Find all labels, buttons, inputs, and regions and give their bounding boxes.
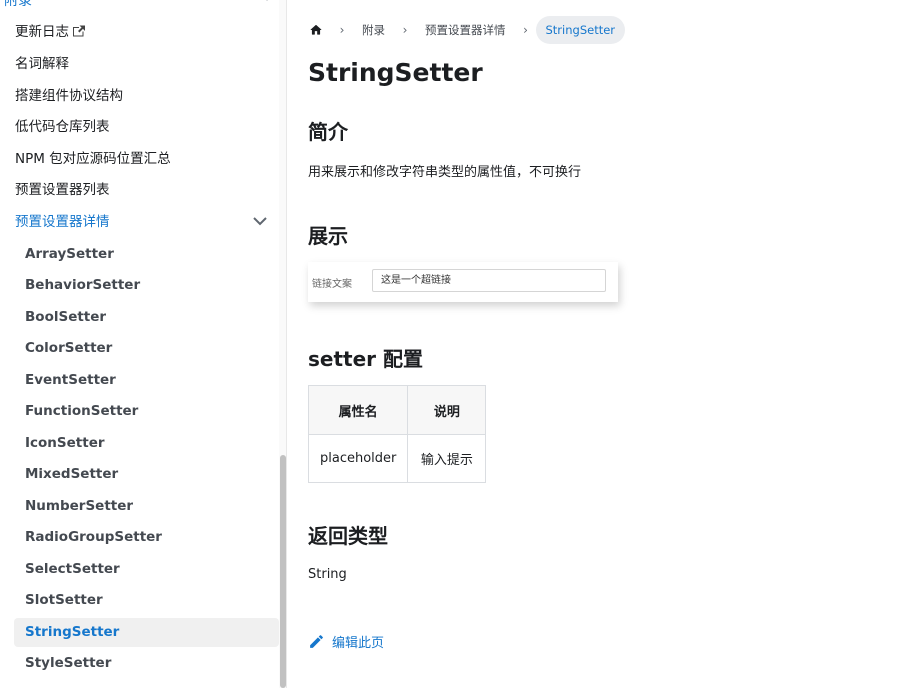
sidebar-category-appendix[interactable]: 附录 ▾ [4,0,274,10]
config-table: 属性名 说明 placeholder 输入提示 [307,385,487,483]
breadcrumb-item-setter-details[interactable]: 预置设置器详情 [415,22,516,38]
table-header-cell: 说明 [407,385,487,435]
sidebar-subitem-radiogroupsetter[interactable]: RadioGroupSetter [25,527,162,547]
sidebar-item-glossary[interactable]: 名词解释 [15,54,69,74]
sidebar-subitem-stringsetter[interactable]: StringSetter [25,622,119,642]
sidebar-subitem-stylesetter[interactable]: StyleSetter [25,653,111,673]
table-cell: placeholder [307,434,409,483]
sidebar-subitem-selectsetter[interactable]: SelectSetter [25,559,120,579]
sidebar-subitem-numbersetter[interactable]: NumberSetter [25,496,133,516]
sidebar-item-repo-list[interactable]: 低代码仓库列表 [15,117,110,137]
sidebar-item-label: 低代码仓库列表 [15,119,110,135]
sidebar-subitem-iconsetter[interactable]: IconSetter [25,433,105,453]
sidebar-subitem-slotsetter[interactable]: SlotSetter [25,590,103,610]
breadcrumb-item-appendix[interactable]: 附录 [352,22,395,38]
sidebar-subitem-functionsetter[interactable]: FunctionSetter [25,401,138,421]
intro-text: 用来展示和修改字符串类型的属性值，不可换行 [308,165,582,180]
table-cell: 输入提示 [407,434,487,483]
sidebar-item-changelog[interactable]: 更新日志 [15,22,85,42]
sidebar-divider [286,0,287,688]
demo-text-input[interactable]: 这是一个超链接 [372,269,606,292]
sidebar-item-label: 更新日志 [15,24,69,40]
sidebar-subitem-eventsetter[interactable]: EventSetter [25,370,116,390]
sidebar-item-label: NPM 包对应源码位置汇总 [15,151,171,167]
chevron-down-icon[interactable] [252,213,268,229]
home-icon [310,24,322,35]
external-link-icon [73,25,85,37]
sidebar-item-setter-list[interactable]: 预置设置器列表 [15,180,110,200]
breadcrumb-home[interactable] [300,16,332,44]
heading-demo: 展示 [308,224,348,248]
heading-return-type: 返回类型 [308,524,388,548]
edit-icon [310,635,323,648]
sidebar-item-label: 预置设置器列表 [15,182,110,198]
main-content: › 附录 › 预置设置器详情 › StringSetter StringSett… [307,0,888,688]
breadcrumb: › 附录 › 预置设置器详情 › StringSetter [308,16,626,44]
sidebar-category-label: 附录 [4,0,32,9]
page-title: StringSetter [308,58,483,87]
demo-field-label: 链接文案 [312,279,352,290]
chevron-up-icon: ▾ [264,0,270,4]
sidebar-subitem-boolsetter[interactable]: BoolSetter [25,307,106,327]
sidebar: 附录 ▾ 更新日志 名词解释 搭建组件协议结构 低代码仓库列表 NPM 包对应源… [0,0,286,688]
sidebar-subitem-colorsetter[interactable]: ColorSetter [25,338,112,358]
sidebar-subitem-behaviorsetter[interactable]: BehaviorSetter [25,275,140,295]
sidebar-item-setter-details[interactable]: 预置设置器详情 [15,212,110,232]
breadcrumb-item-current: StringSetter [535,16,626,44]
sidebar-item-label: 名词解释 [15,56,69,72]
sidebar-item-npm-sources[interactable]: NPM 包对应源码位置汇总 [15,149,171,169]
edit-page-link[interactable]: 编辑此页 [308,632,384,651]
sidebar-item-label: 预置设置器详情 [15,214,110,230]
chevron-right-icon: › [523,23,528,37]
heading-setter-config: setter 配置 [308,347,423,371]
table-row: placeholder 输入提示 [307,434,487,483]
sidebar-subitem-mixedsetter[interactable]: MixedSetter [25,464,118,484]
chevron-right-icon: › [402,23,408,37]
return-type-text: String [308,567,347,582]
demo-preview: 链接文案 这是一个超链接 [308,262,618,302]
edit-page-label: 编辑此页 [332,636,385,651]
sidebar-subitem-arraysetter[interactable]: ArraySetter [25,244,114,264]
table-header-cell: 属性名 [307,385,409,435]
chevron-right-icon: › [339,23,345,37]
sidebar-item-label: 搭建组件协议结构 [15,88,123,104]
table-header-row: 属性名 说明 [307,385,487,435]
sidebar-item-protocol-structure[interactable]: 搭建组件协议结构 [15,86,123,106]
heading-intro: 简介 [308,120,348,144]
